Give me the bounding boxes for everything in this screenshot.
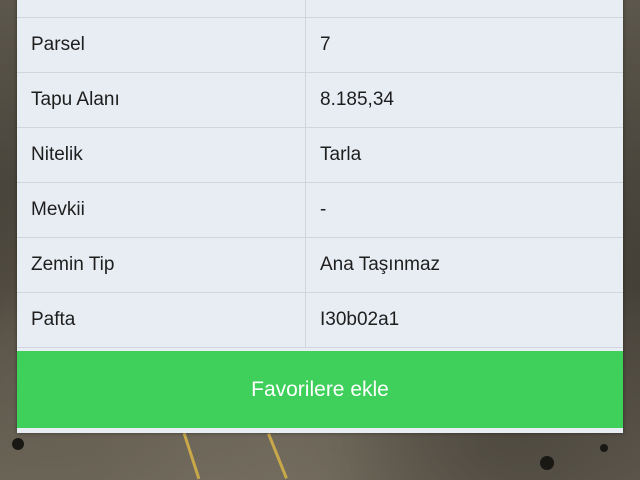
row-label-parsel: Parsel bbox=[17, 17, 306, 73]
table-row: Pafta I30b02a1 bbox=[17, 292, 623, 348]
map-dot bbox=[540, 456, 554, 470]
map-dot bbox=[600, 444, 608, 452]
row-value-tapu-alani: 8.185,34 bbox=[305, 72, 623, 128]
parcel-boundary-line bbox=[182, 432, 201, 480]
row-value-zemin-tip: Ana Taşınmaz bbox=[305, 237, 623, 293]
row-value-pafta: I30b02a1 bbox=[305, 292, 623, 348]
map-dot bbox=[12, 438, 24, 450]
add-to-favorites-button[interactable]: Favorilere ekle bbox=[17, 351, 623, 428]
row-value-mevkii: - bbox=[305, 182, 623, 238]
table-row: Tapu Alanı 8.185,34 bbox=[17, 72, 623, 128]
row-label-tapu-alani: Tapu Alanı bbox=[17, 72, 306, 128]
row-label-mevkii: Mevkii bbox=[17, 182, 306, 238]
table-row: Nitelik Tarla bbox=[17, 127, 623, 183]
row-value-nitelik: Tarla bbox=[305, 127, 623, 183]
parcel-details-table: Parsel 7 Tapu Alanı 8.185,34 Nitelik Tar… bbox=[17, 0, 623, 348]
table-row: Parsel 7 bbox=[17, 17, 623, 73]
row-label-pafta: Pafta bbox=[17, 292, 306, 348]
table-row: Mevkii - bbox=[17, 182, 623, 238]
row-value bbox=[305, 0, 623, 18]
row-label-zemin-tip: Zemin Tip bbox=[17, 237, 306, 293]
row-label-nitelik: Nitelik bbox=[17, 127, 306, 183]
row-value-parsel: 7 bbox=[305, 17, 623, 73]
row-label bbox=[17, 0, 306, 18]
table-row: Zemin Tip Ana Taşınmaz bbox=[17, 237, 623, 293]
parcel-info-card: Parsel 7 Tapu Alanı 8.185,34 Nitelik Tar… bbox=[17, 0, 623, 433]
table-row bbox=[17, 0, 623, 18]
parcel-boundary-line bbox=[267, 433, 288, 479]
